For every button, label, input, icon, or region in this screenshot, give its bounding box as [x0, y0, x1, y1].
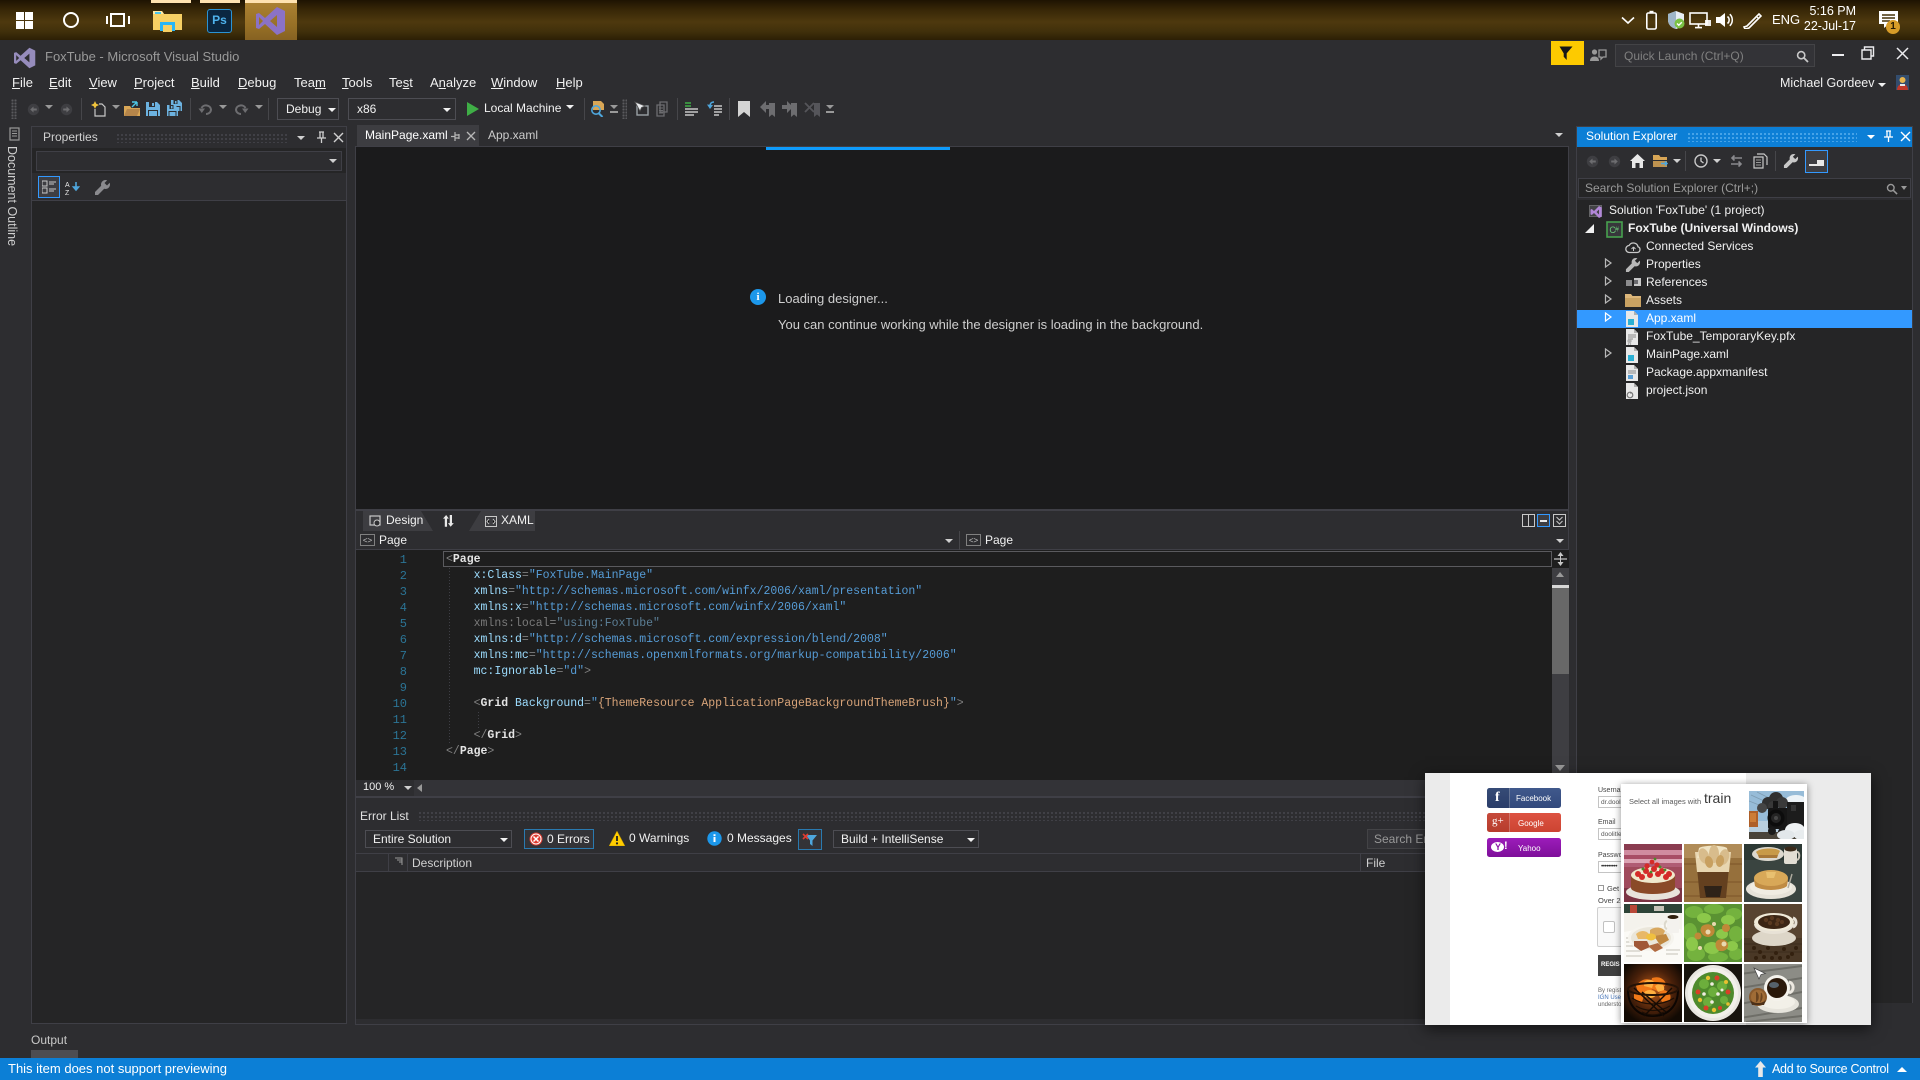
- svg-text:Z: Z: [65, 190, 70, 195]
- svg-text:#: #: [1615, 227, 1619, 234]
- svg-text:A: A: [65, 182, 70, 189]
